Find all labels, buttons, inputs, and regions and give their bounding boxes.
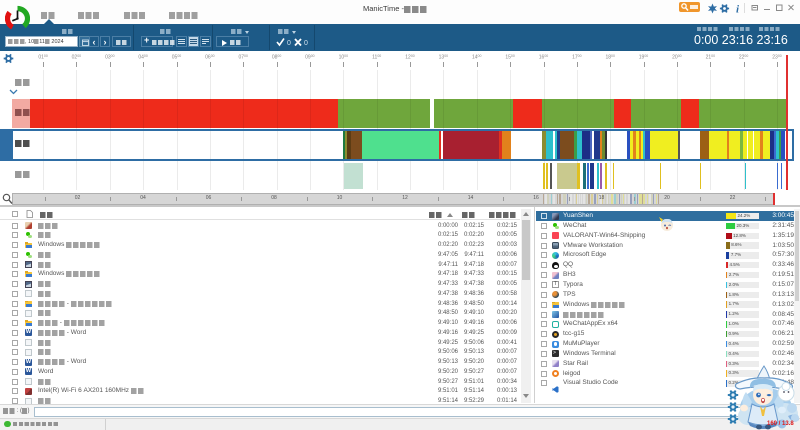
svg-text:i: i	[736, 4, 740, 15]
svg-text:0: 0	[287, 40, 291, 47]
svg-text:0: 0	[304, 40, 308, 47]
